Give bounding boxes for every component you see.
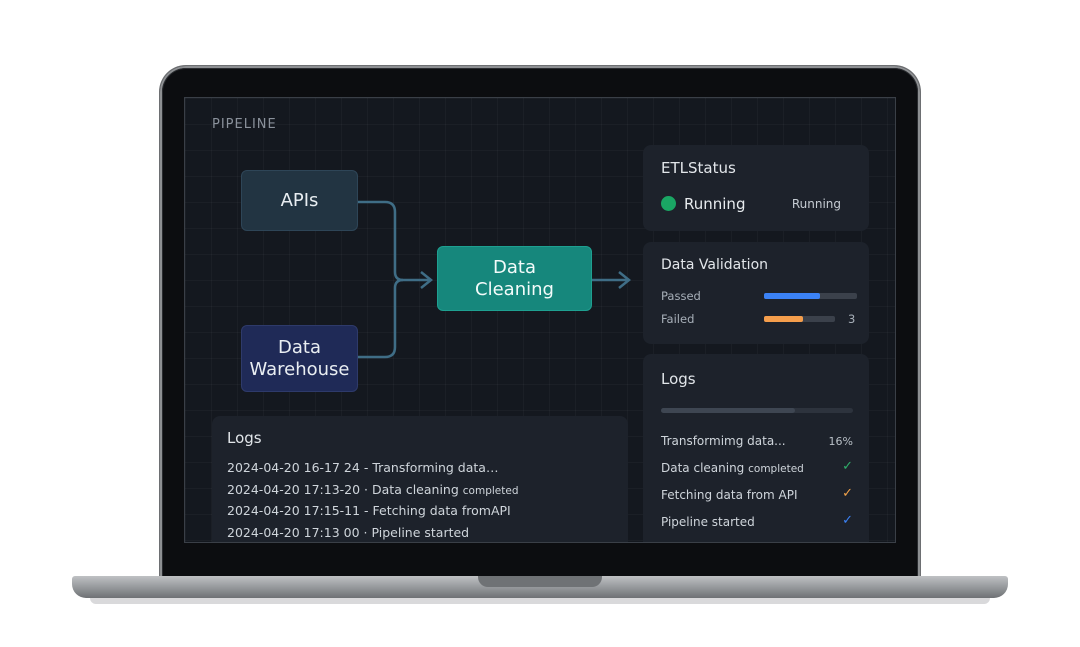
node-data-cleaning[interactable]: Data Cleaning: [437, 246, 592, 311]
node-cleaning-label-1: Data: [493, 256, 536, 278]
node-data-warehouse[interactable]: Data Warehouse: [241, 325, 358, 392]
logs-console-card: Logs 2024-04-20 16-17 24 - Transforming …: [212, 416, 628, 542]
node-warehouse-label-2: Warehouse: [249, 358, 350, 380]
node-apis-label: APIs: [280, 189, 319, 211]
logs-status-title: Logs: [661, 370, 696, 388]
log-timestamp: 2024-04-20 17:13-20: [227, 482, 361, 497]
laptop-shadow: [90, 598, 990, 604]
validation-failed-count: 3: [848, 312, 856, 326]
log-separator: ·: [363, 525, 368, 540]
log-timestamp: 2024-04-20 16-17 24: [227, 460, 360, 475]
dashboard-screen: PIPELINE APIs Data Warehouse Data Cleani…: [184, 97, 896, 543]
log-message: Pipeline started: [371, 525, 470, 540]
log-timestamp: 2024-04-20 17:15-11: [227, 503, 361, 518]
data-validation-card: Data Validation Passed Failed 3: [643, 242, 869, 344]
node-warehouse-label-1: Data: [278, 336, 321, 358]
validation-passed-fill: [764, 293, 820, 299]
status-badge: Running: [791, 197, 841, 211]
log-message: Fetching data fromAPI: [372, 503, 511, 518]
validation-passed-label: Passed: [661, 289, 701, 303]
status-dot-icon: [661, 196, 676, 211]
log-line: 2024-04-20 17:15-11 - Fetching data from…: [227, 503, 511, 518]
node-cleaning-label-2: Cleaning: [475, 278, 554, 300]
check-icon: ✓: [842, 513, 853, 528]
log-status-subtext: completed: [748, 463, 804, 475]
etl-status-card: ETLStatus Running Running: [643, 145, 869, 231]
log-progress-percent: 16%: [828, 435, 853, 448]
laptop-notch: [478, 576, 602, 587]
data-validation-title: Data Validation: [661, 257, 769, 273]
validation-failed-bar: [764, 316, 835, 322]
validation-passed-bar: [764, 293, 857, 299]
validation-failed-fill: [764, 316, 804, 322]
log-status-item: Pipeline started: [661, 515, 755, 529]
logs-console-title: Logs: [227, 429, 262, 447]
logs-status-card: Logs Transformimg data... 16% Data clean…: [643, 354, 869, 542]
log-status-text: Data cleaning: [661, 461, 745, 475]
logs-progress-bar: [661, 408, 853, 413]
log-message: Transforming data…: [372, 460, 499, 475]
node-apis[interactable]: APIs: [241, 170, 358, 231]
log-separator: ·: [364, 482, 369, 497]
log-line: 2024-04-20 16-17 24 - Transforming data…: [227, 460, 498, 475]
log-line: 2024-04-20 17:13-20 · Data cleaning comp…: [227, 482, 519, 497]
log-status-text: Fetching data from API: [661, 488, 798, 502]
log-status-item: Fetching data from API: [661, 488, 797, 502]
log-message-subtext: completed: [462, 485, 519, 497]
logs-progress-fill: [661, 408, 796, 413]
log-line: 2024-04-20 17:13 00 · Pipeline started: [227, 525, 469, 540]
check-icon: ✓: [842, 459, 853, 474]
log-timestamp: 2024-04-20 17:13 00: [227, 525, 360, 540]
log-separator: -: [363, 460, 369, 475]
log-status-text: Transformimg data...: [661, 434, 786, 448]
log-message: Data cleaning: [372, 482, 459, 497]
log-status-item: Transformimg data...: [661, 434, 786, 448]
etl-status-title: ETLStatus: [661, 159, 736, 177]
validation-failed-label: Failed: [661, 312, 695, 326]
log-status-item: Data cleaning completed: [661, 461, 804, 475]
log-status-text: Pipeline started: [661, 515, 755, 529]
etl-status-state: Running: [684, 195, 746, 213]
log-separator: -: [364, 503, 369, 518]
check-icon: ✓: [842, 486, 853, 501]
